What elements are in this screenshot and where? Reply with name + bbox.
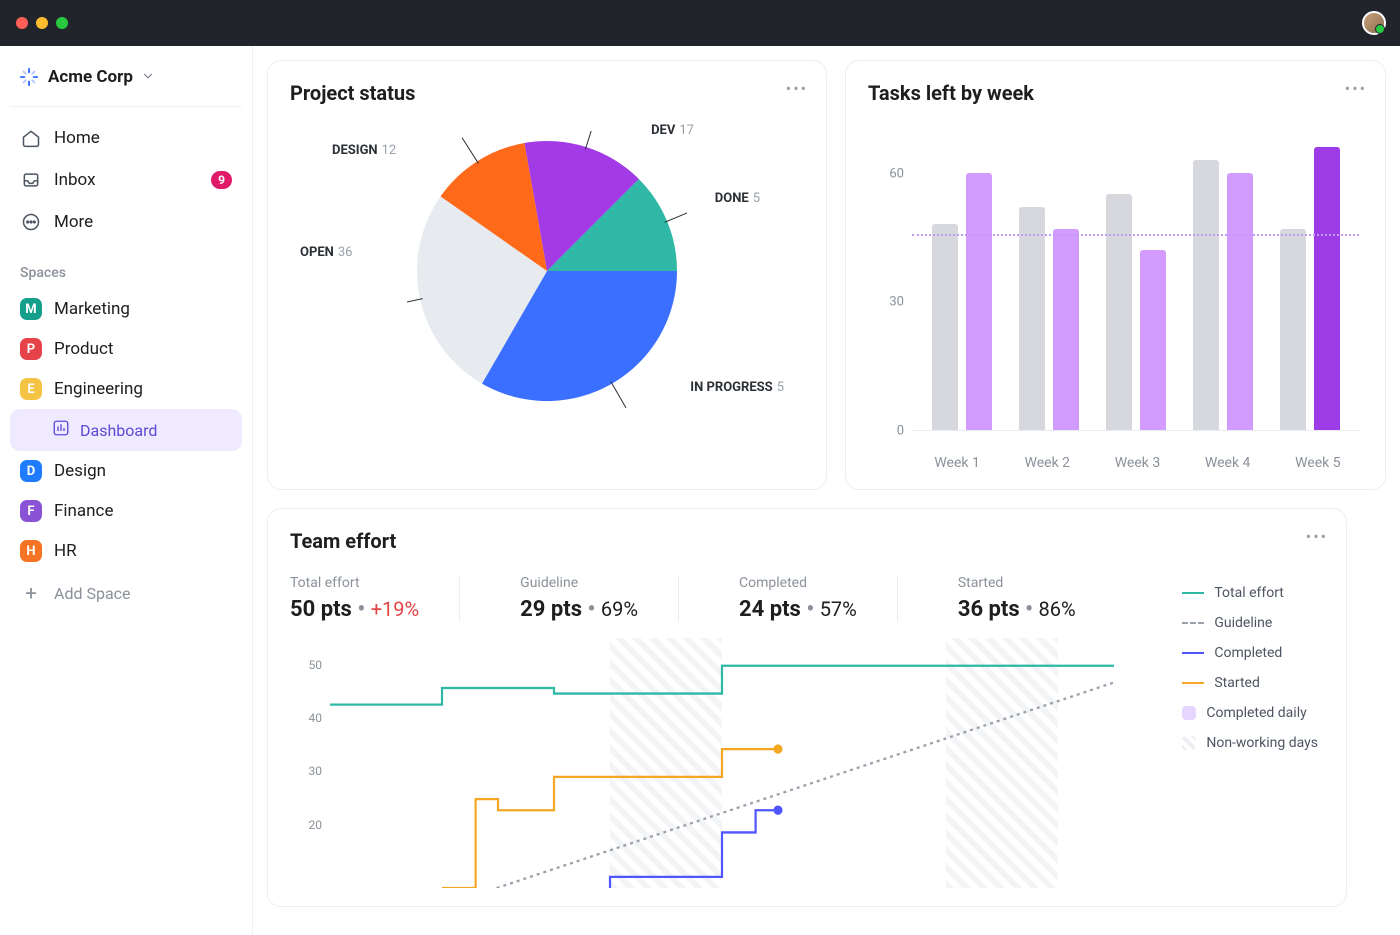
minimize-window-button[interactable] [36,17,48,29]
space-label: Design [54,461,106,481]
space-badge: F [20,500,42,522]
space-badge: D [20,460,42,482]
add-space-label: Add Space [54,584,131,603]
home-icon [20,127,42,149]
bar-x-label: Week 5 [1295,455,1341,471]
inbox-icon [20,169,42,191]
bar-x-label: Week 2 [1025,455,1071,471]
card-title: Tasks left by week [868,81,1363,105]
card-tasks-left: Tasks left by week ••• 03060 Week 1 Week … [845,60,1386,490]
space-badge: P [20,338,42,360]
bar-group [1193,160,1253,430]
spaces-section-label: Spaces [10,243,242,289]
space-label: Marketing [54,299,130,319]
bar [1193,160,1219,430]
pie-label-design: DESIGN12 [332,143,396,158]
add-space-button[interactable]: + Add Space [10,571,242,615]
tasks-left-bar-chart: 03060 [868,105,1363,445]
more-icon [20,211,42,233]
bar-group [932,173,992,430]
bar-group [1019,207,1079,430]
card-title: Team effort [290,529,1324,553]
pie-label-done: DONE5 [715,191,760,206]
space-label: HR [54,541,77,561]
window-controls [16,17,68,29]
main-content: Project status ••• DESIGN12 OPEN36 DEV17… [253,46,1400,935]
nav-home[interactable]: Home [10,117,242,159]
team-effort-line-chart: 20304050 [290,628,1324,888]
nav-inbox-label: Inbox [54,170,96,190]
card-more-button[interactable]: ••• [1345,79,1367,98]
bar-group [1280,147,1340,430]
plus-icon: + [20,581,42,605]
space-item-design[interactable]: D Design [10,451,242,491]
team-effort-legend: Total effort Guideline Completed Started… [1182,585,1318,765]
workspace-logo-icon [18,66,40,88]
nav-home-label: Home [54,128,100,148]
bar-group [1106,194,1166,430]
nav-inbox[interactable]: Inbox 9 [10,159,242,201]
bar [932,224,958,430]
card-project-status: Project status ••• DESIGN12 OPEN36 DEV17… [267,60,827,490]
chevron-down-icon [141,68,155,87]
window-titlebar [0,0,1400,46]
user-avatar[interactable] [1362,11,1386,35]
stat-started: Started 36 pts • 86% [958,575,1116,622]
close-window-button[interactable] [16,17,28,29]
card-more-button[interactable]: ••• [1306,527,1328,546]
project-status-pie [407,131,687,411]
space-item-engineering[interactable]: E Engineering [10,369,242,409]
pie-label-open: OPEN36 [300,245,352,260]
dashboard-label: Dashboard [80,421,157,440]
card-more-button[interactable]: ••• [786,79,808,98]
space-item-hr[interactable]: H HR [10,531,242,571]
dashboard-icon [52,419,70,441]
space-badge: M [20,298,42,320]
pie-label-dev: DEV17 [651,123,694,138]
bar [1106,194,1132,430]
bar [1140,250,1166,430]
bar [966,173,992,430]
space-subitem-dashboard[interactable]: Dashboard [10,409,242,451]
bar [1227,173,1253,430]
bar-x-label: Week 4 [1205,455,1251,471]
space-badge: E [20,378,42,400]
space-label: Engineering [54,379,143,399]
space-item-finance[interactable]: F Finance [10,491,242,531]
nav-more-label: More [54,212,93,232]
bar-x-label: Week 3 [1115,455,1161,471]
card-title: Project status [290,81,804,105]
fullscreen-window-button[interactable] [56,17,68,29]
workspace-switcher[interactable]: Acme Corp [10,56,242,107]
sidebar: Acme Corp Home Inbox 9 More Spaces MMa [0,46,253,935]
bar [1314,147,1340,430]
stat-completed: Completed 24 pts • 57% [739,575,898,622]
card-team-effort: Team effort ••• Total effort 50 pts • +1… [267,508,1347,907]
space-label: Finance [54,501,113,521]
workspace-name: Acme Corp [48,67,133,87]
nav-more[interactable]: More [10,201,242,243]
inbox-unread-badge: 9 [211,171,232,189]
stat-total-effort: Total effort 50 pts • +19% [290,575,460,622]
bar [1019,207,1045,430]
stat-guideline: Guideline 29 pts • 69% [520,575,679,622]
bar [1053,229,1079,430]
pie-label-inprogress: IN PROGRESS5 [690,380,784,395]
bar [1280,229,1306,430]
bar-x-label: Week 1 [934,455,980,471]
space-badge: H [20,540,42,562]
space-item-product[interactable]: P Product [10,329,242,369]
space-item-marketing[interactable]: M Marketing [10,289,242,329]
space-label: Product [54,339,113,359]
